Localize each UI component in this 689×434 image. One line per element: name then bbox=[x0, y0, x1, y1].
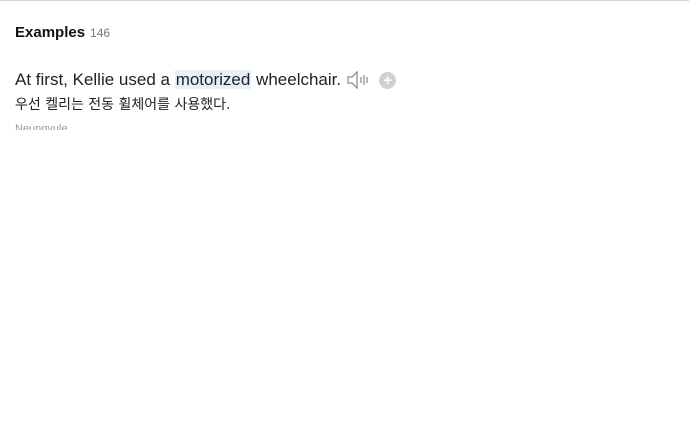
top-divider bbox=[0, 0, 689, 1]
examples-section: Examples 146 At first, Kellie used a mot… bbox=[15, 24, 675, 130]
speaker-icon[interactable] bbox=[346, 70, 370, 90]
sentence-after: wheelchair. bbox=[251, 70, 342, 89]
highlighted-word[interactable]: motorized bbox=[174, 70, 252, 89]
example-translation: 우선 켈리는 전동 휠체어를 사용했다. bbox=[15, 97, 231, 113]
examples-title: Examples bbox=[15, 24, 86, 41]
plus-circle-icon[interactable]: + bbox=[379, 71, 397, 89]
examples-count: 146 bbox=[90, 26, 111, 40]
sentence-text: At first, Kellie used a motorized wheelc… bbox=[15, 69, 341, 91]
example-item: At first, Kellie used a motorized wheelc… bbox=[15, 69, 675, 130]
example-sentence: At first, Kellie used a motorized wheelc… bbox=[15, 69, 675, 91]
example-source[interactable]: Neungyule bbox=[15, 122, 675, 130]
sentence-before: At first, Kellie used a bbox=[15, 70, 175, 89]
examples-header: Examples 146 bbox=[15, 24, 675, 54]
